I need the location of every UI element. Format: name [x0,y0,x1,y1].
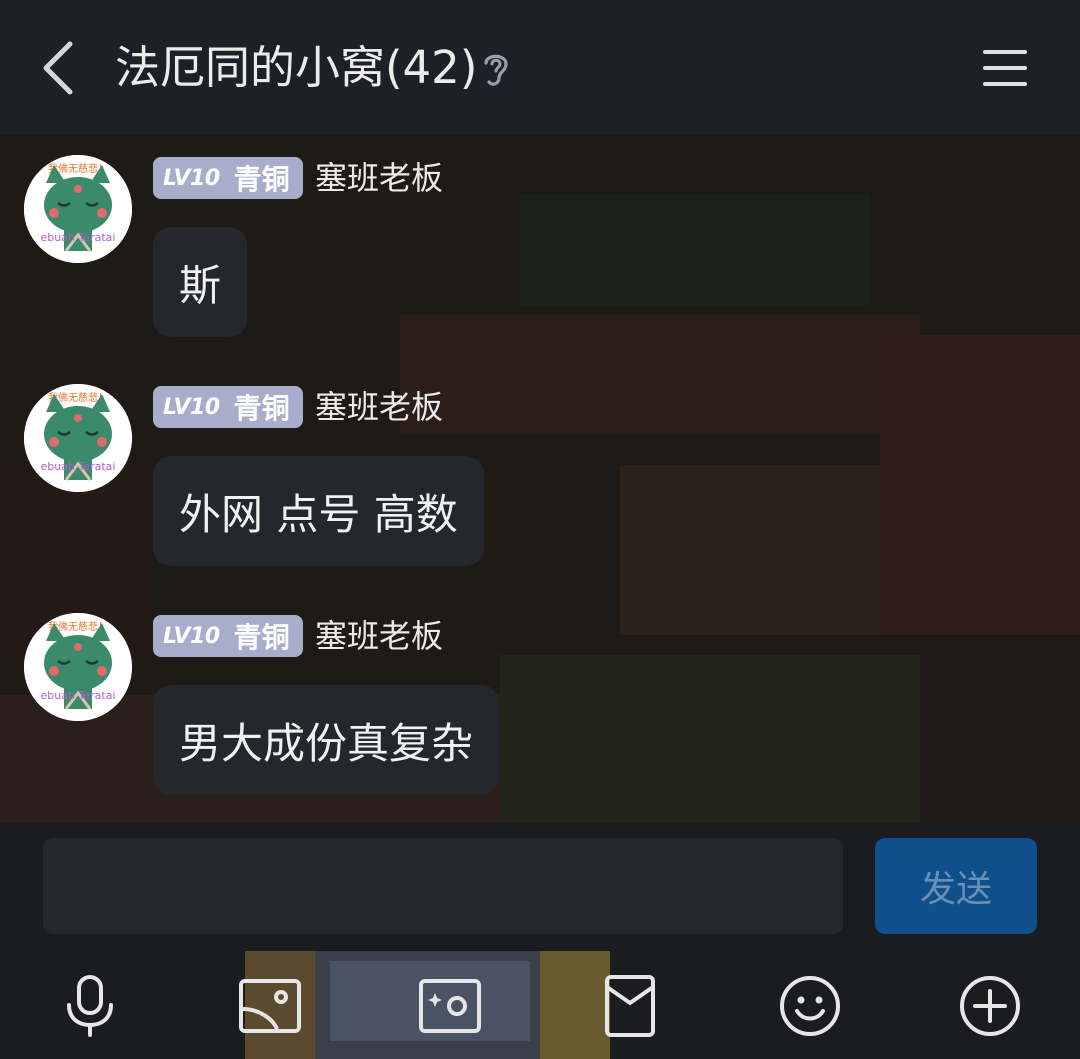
send-button[interactable]: 发送 [875,838,1037,934]
level-badge: LV10 青铜 [153,386,303,428]
chat-title: 法厄同的小窝(42) [115,41,478,94]
ear-icon [484,54,508,86]
badge-tier: 青铜 [233,621,290,654]
composer-bar: 发送 [0,823,1080,951]
sender-name[interactable]: 塞班老板 [315,386,443,428]
cat-avatar-icon: 我佛无慈悲！ ebuah Teratai [24,155,132,263]
composer-toolbar [0,951,1080,1059]
badge-tier: 青铜 [233,163,290,196]
image-icon[interactable] [237,973,303,1039]
emoji-icon[interactable] [777,973,843,1039]
level-badge: LV10 青铜 [153,615,303,657]
badge-level: LV10 [163,165,220,191]
microphone-icon[interactable] [57,973,123,1039]
chevron-left-icon[interactable] [38,38,78,98]
message-bubble[interactable]: 男大成份真复杂 [153,685,500,795]
message-input[interactable] [43,838,843,934]
badge-level: LV10 [163,623,220,649]
level-badge: LV10 青铜 [153,157,303,199]
camera-icon[interactable] [417,973,483,1039]
avatar[interactable]: 我佛无慈悲！ ebuah Teratai [24,155,132,263]
avatar[interactable]: 我佛无慈悲！ ebuah Teratai [24,384,132,492]
chat-header: 法厄同的小窝(42) [0,0,1080,135]
avatar-bottom-text: ebuah Teratai [41,689,116,702]
cat-avatar-icon: 我佛无慈悲！ ebuah Teratai [24,613,132,721]
sender-name[interactable]: 塞班老板 [315,615,443,657]
hamburger-menu-icon[interactable] [980,46,1030,90]
message-list[interactable]: 我佛无慈悲！ ebuah Teratai LV10 青铜 塞班老板 斯 我佛无慈… [0,135,1080,823]
plus-icon[interactable] [957,973,1023,1039]
message-bubble[interactable]: 斯 [153,227,248,337]
message-item: 我佛无慈悲！ ebuah Teratai LV10 青铜 塞班老板 外网 点号 … [0,364,1080,594]
cat-avatar-icon: 我佛无慈悲！ ebuah Teratai [24,384,132,492]
badge-level: LV10 [163,394,220,420]
avatar-bottom-text: ebuah Teratai [41,460,116,473]
avatar[interactable]: 我佛无慈悲！ ebuah Teratai [24,613,132,721]
badge-tier: 青铜 [233,392,290,425]
red-packet-icon[interactable] [597,973,663,1039]
message-item: 我佛无慈悲！ ebuah Teratai LV10 青铜 塞班老板 男大成份真复… [0,593,1080,823]
message-bubble[interactable]: 外网 点号 高数 [153,456,484,566]
sender-name[interactable]: 塞班老板 [315,157,443,199]
message-item: 我佛无慈悲！ ebuah Teratai LV10 青铜 塞班老板 斯 [0,135,1080,365]
avatar-bottom-text: ebuah Teratai [41,231,116,244]
